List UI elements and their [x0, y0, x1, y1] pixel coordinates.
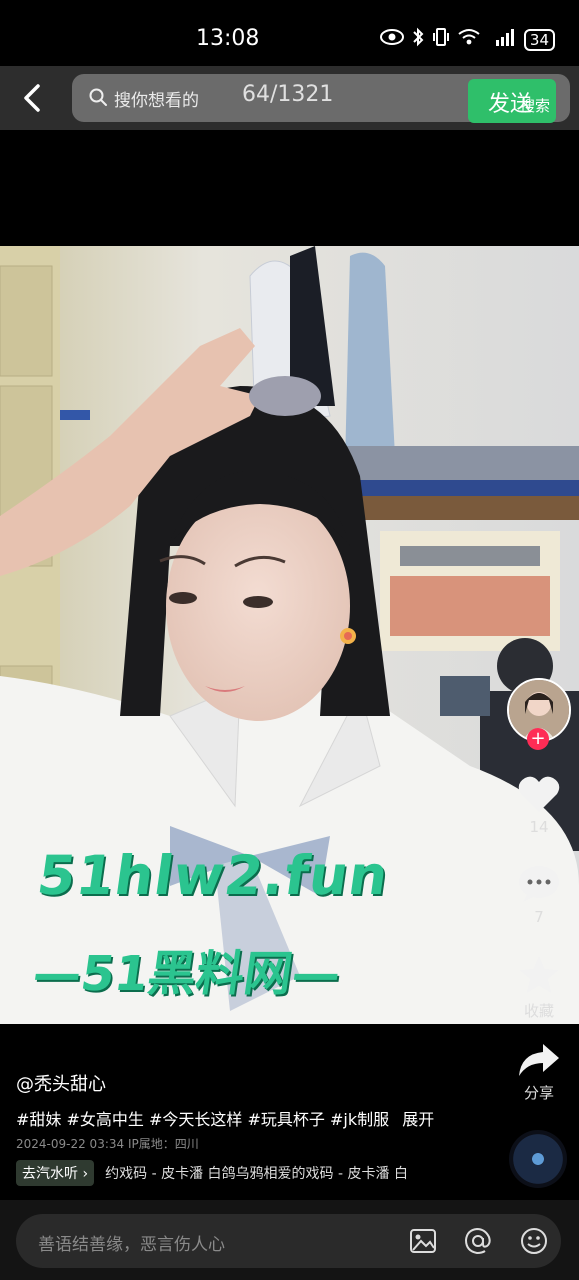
search-placeholder: 搜你想看的: [114, 91, 199, 111]
video-frame-image: [0, 246, 579, 1024]
comment-count: 7: [534, 908, 544, 926]
eye-icon: [379, 29, 404, 50]
bluetooth-icon: [412, 27, 424, 52]
music-marquee: 约戏码 - 皮卡潘 白鸽乌鸦相爱的戏码 - 皮卡潘 白: [105, 1166, 408, 1182]
comment-bubble-icon: [519, 866, 559, 902]
search-counter: 64/1321: [242, 82, 334, 107]
comment-placeholder: 善语结善缘，恶言伤人心: [38, 1235, 225, 1255]
comment-input[interactable]: 善语结善缘，恶言伤人心: [16, 1214, 561, 1268]
comment-bar: 善语结善缘，恶言伤人心: [0, 1200, 579, 1280]
like-button[interactable]: 14: [499, 774, 579, 836]
music-row[interactable]: 去汽水听 › 约戏码 - 皮卡潘 白鸽乌鸦相爱的戏码 - 皮卡潘 白: [16, 1160, 466, 1188]
at-mention-icon[interactable]: [463, 1226, 493, 1256]
comment-button[interactable]: 7: [499, 864, 579, 926]
open-in-qishui-button[interactable]: 去汽水听 ›: [16, 1160, 95, 1186]
watermark-url: 51hlw2.fun: [33, 844, 393, 907]
top-bar: 搜你想看的 64/1321 发送 搜索: [0, 66, 579, 130]
image-icon[interactable]: [408, 1226, 438, 1256]
share-arrow-icon: [519, 1044, 559, 1076]
signal-icon: [488, 28, 516, 51]
search-button-label: 搜索: [520, 97, 551, 115]
music-disc-icon[interactable]: [509, 1130, 567, 1188]
video-player[interactable]: 51hlw2.fun —51黑料网—: [0, 246, 579, 1024]
wifi-icon: [458, 28, 480, 51]
favorite-button[interactable]: 收藏: [499, 954, 579, 1021]
battery-indicator: 34: [523, 28, 555, 51]
status-time: 13:08: [196, 26, 260, 51]
expand-caption-button[interactable]: 展开: [402, 1110, 434, 1129]
status-icons: 34: [379, 27, 555, 52]
star-icon: [519, 956, 559, 993]
send-button[interactable]: 发送 搜索: [468, 79, 556, 123]
status-bar: 13:08 34: [0, 0, 579, 70]
search-icon: [88, 87, 108, 111]
follow-button[interactable]: +: [527, 728, 549, 750]
search-input[interactable]: 搜你想看的 64/1321 发送 搜索: [72, 74, 570, 123]
like-count: 14: [529, 818, 549, 836]
author-name[interactable]: @秃头甜心: [16, 1070, 106, 1096]
hashtag-list[interactable]: #甜妹 #女高中生 #今天长这样 #玩具杯子 #jk制服: [16, 1110, 389, 1129]
share-label: 分享: [523, 1084, 554, 1102]
chevron-left-icon: [24, 84, 40, 112]
watermark-site-name: —51黑料网—: [29, 946, 345, 1002]
heart-icon: [518, 776, 560, 812]
share-button[interactable]: 分享: [499, 1042, 579, 1103]
favorite-label: 收藏: [523, 1002, 554, 1020]
post-meta: 2024-09-22 03:34 IP属地：四川: [16, 1137, 199, 1151]
back-button[interactable]: [16, 78, 52, 118]
post-tags: #甜妹 #女高中生 #今天长这样 #玩具杯子 #jk制服 展开: [16, 1106, 434, 1130]
vibrate-icon: [432, 27, 450, 52]
emoji-icon[interactable]: [519, 1226, 549, 1256]
